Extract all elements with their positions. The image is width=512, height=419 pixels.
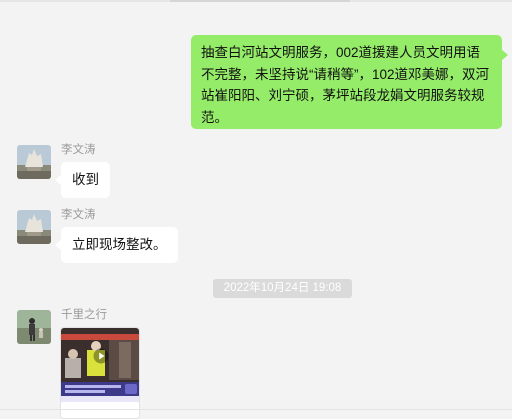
- incoming-message-bubble[interactable]: 收到: [55, 162, 110, 198]
- avatar-image: [17, 145, 51, 179]
- timestamp-badge: 2022年10月24日 19:08: [213, 279, 352, 298]
- avatar-li-wentao[interactable]: [17, 210, 51, 244]
- play-icon[interactable]: [93, 348, 109, 364]
- video-message-card[interactable]: [60, 327, 140, 419]
- video-thumbnail: [61, 328, 139, 418]
- avatar-image: [17, 210, 51, 244]
- avatar-li-wentao[interactable]: [17, 145, 51, 179]
- sender-name: 千里之行: [61, 309, 107, 321]
- top-divider: [0, 0, 512, 2]
- incoming-message-bubble[interactable]: 立即现场整改。: [55, 227, 178, 263]
- avatar-qianli-zhixing[interactable]: [17, 310, 51, 344]
- sender-name: 李文涛: [61, 209, 96, 221]
- sender-name: 李文涛: [61, 144, 96, 156]
- outgoing-message-bubble[interactable]: 抽查白河站文明服务，002道援建人员文明用语不完整，未坚持说“请稍等”，102道…: [191, 35, 508, 129]
- bottom-divider: [0, 409, 512, 410]
- avatar-image: [17, 310, 51, 344]
